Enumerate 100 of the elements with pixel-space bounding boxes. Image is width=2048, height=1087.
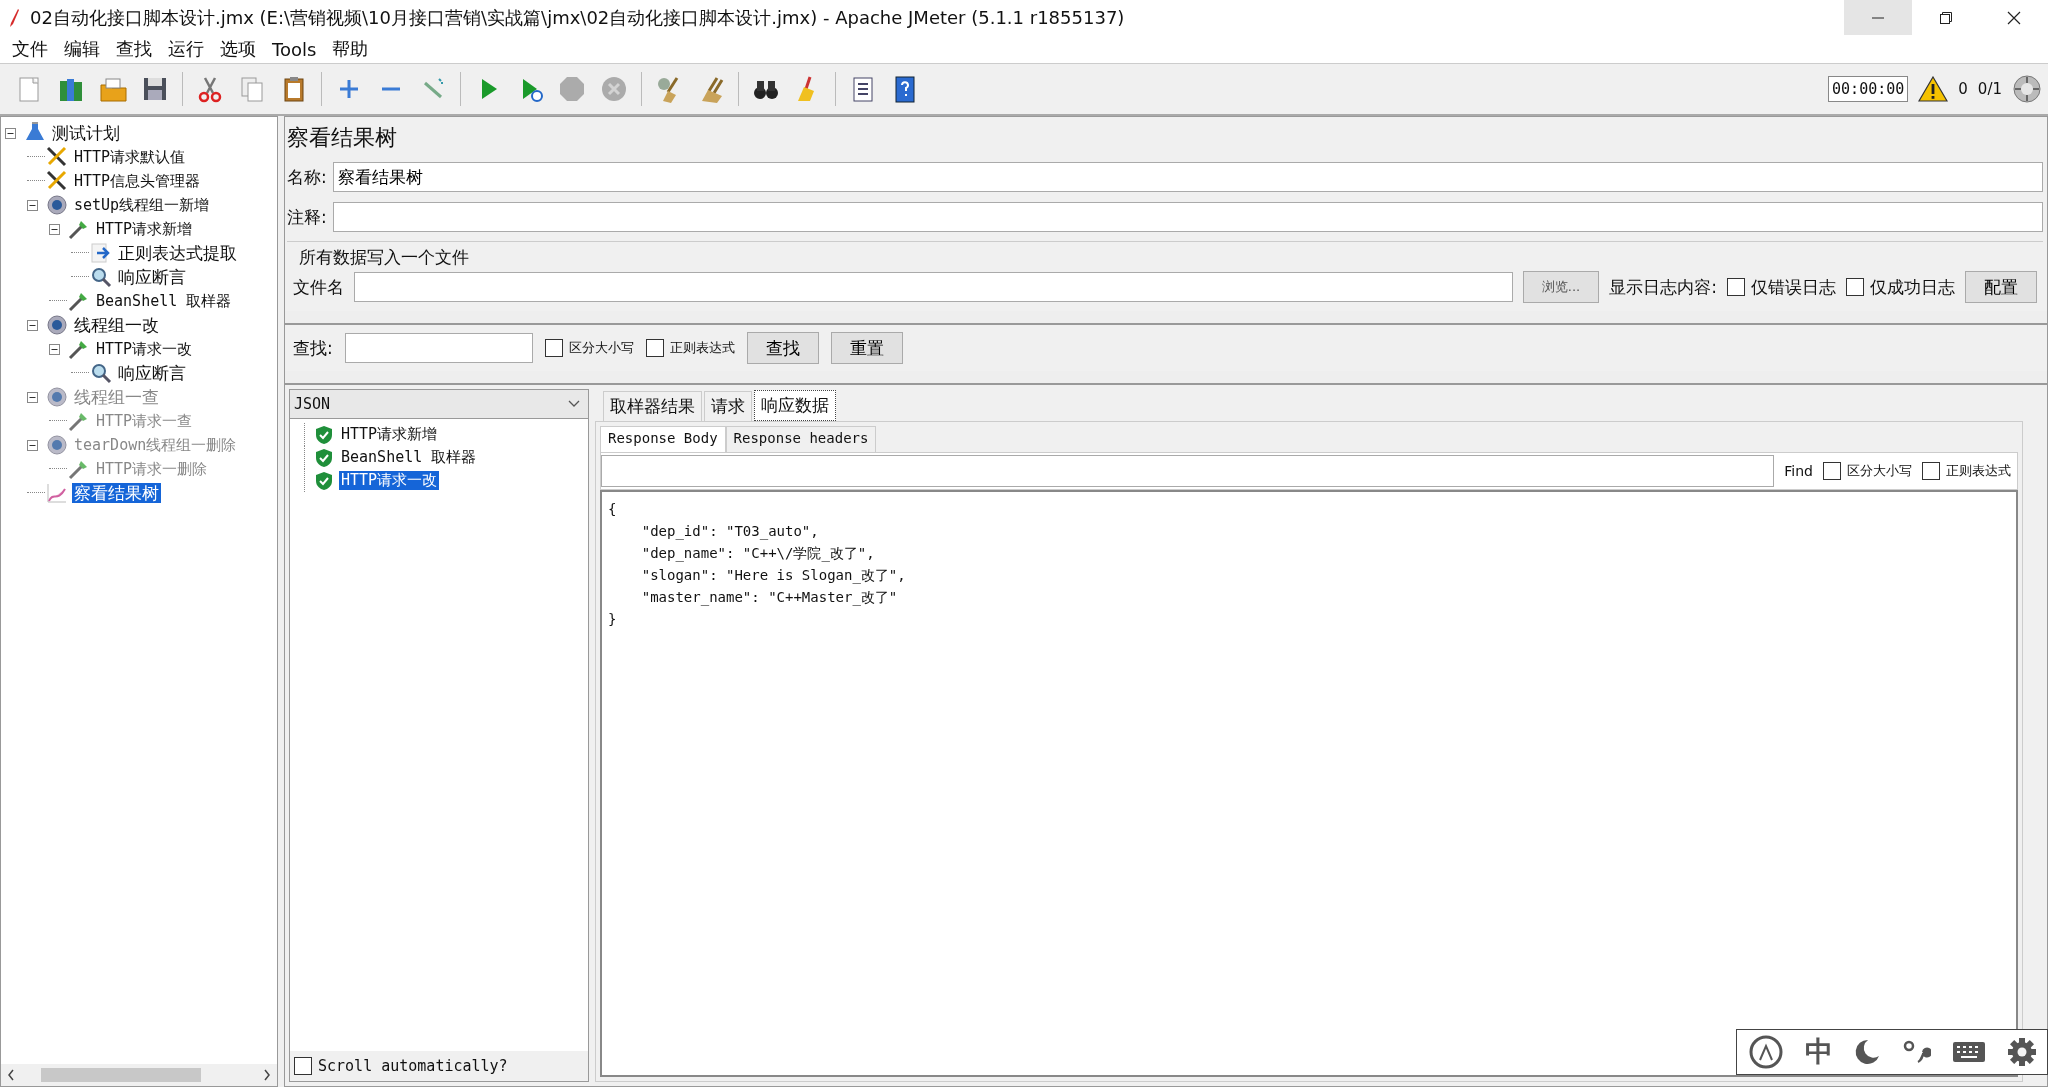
input-mode-toggle[interactable]: 中 <box>1804 1033 1833 1071</box>
tree-item[interactable]: HTTP请求新增 <box>94 219 195 239</box>
tab[interactable]: 响应数据 <box>754 390 836 421</box>
menu-item[interactable]: 选项 <box>212 37 264 61</box>
checkbox[interactable] <box>294 1057 312 1075</box>
error-count: 0 <box>1958 80 1968 98</box>
field-label: Find <box>1784 463 1813 479</box>
collapse-toggle[interactable] <box>49 343 63 355</box>
keyboard-icon[interactable] <box>1951 1040 1986 1064</box>
tree-item[interactable]: BeanShell 取样器 <box>94 291 234 311</box>
checkbox[interactable] <box>1846 278 1864 296</box>
menu-item[interactable]: Tools <box>264 38 325 60</box>
tree-item[interactable]: setUp线程组一新增 <box>72 195 212 215</box>
collapse-toggle[interactable] <box>27 199 41 211</box>
field-label: 名称: <box>287 165 327 189</box>
find-button[interactable]: 查找 <box>746 332 819 364</box>
gear-icon <box>45 385 69 409</box>
checkbox-label: 区分大小写 <box>1847 462 1912 480</box>
warning-icon[interactable] <box>1918 76 1949 102</box>
checkbox-label: 正则表达式 <box>1946 462 2011 480</box>
collapse-toggle[interactable] <box>27 319 41 331</box>
result-item[interactable]: HTTP请求新增 <box>339 425 440 444</box>
tab[interactable]: 请求 <box>704 391 752 421</box>
scrollbar-thumb[interactable] <box>41 1068 201 1082</box>
file-name-field[interactable] <box>354 272 1513 302</box>
status-indicator-icon <box>2012 74 2042 104</box>
thread-count: 0/1 <box>1977 80 2002 98</box>
gear-icon <box>45 313 69 337</box>
field-label: 查找: <box>293 336 333 360</box>
find-field[interactable] <box>601 455 1775 487</box>
tree-item[interactable]: 响应断言 <box>116 363 188 383</box>
checkbox[interactable] <box>645 339 664 357</box>
checkbox-label: 区分大小写 <box>568 339 634 357</box>
reset-button[interactable]: 重置 <box>830 332 903 364</box>
field-label: 文件名 <box>293 275 344 299</box>
checkbox[interactable] <box>1922 462 1940 480</box>
caret-icon <box>568 400 580 408</box>
menu-item[interactable]: 查找 <box>108 37 160 61</box>
checkbox-label: 正则表达式 <box>669 339 735 357</box>
checkbox-label: 仅错误日志 <box>1751 275 1836 299</box>
renderer-dropdown[interactable]: JSON <box>290 390 588 419</box>
restore-icon <box>1939 10 1953 25</box>
collapse-toggle[interactable] <box>5 127 19 139</box>
code-line: "dep_id": "T03_auto", <box>640 522 820 542</box>
app-icon <box>8 7 20 28</box>
checkbox-label: 仅成功日志 <box>1870 275 1955 299</box>
name-field[interactable]: 察看结果树 <box>332 162 2043 192</box>
comment-field[interactable] <box>332 202 2043 232</box>
result-item[interactable]: HTTP请求一改 <box>339 471 440 490</box>
code-line: "dep_name": "C++\/学院_改了", <box>640 544 876 564</box>
menu-item[interactable]: 文件 <box>4 37 56 61</box>
checkbox[interactable] <box>544 339 563 357</box>
check-shield-icon <box>315 424 333 445</box>
close-icon <box>2007 10 2021 25</box>
check-shield-icon <box>315 470 333 491</box>
tree-item[interactable]: HTTP信息头管理器 <box>72 171 203 191</box>
scroll-left-button[interactable] <box>7 1069 15 1081</box>
magnifier-icon <box>89 361 113 385</box>
tree-item[interactable]: 线程组一改 <box>72 315 161 335</box>
settings-icon[interactable] <box>2006 1037 2037 1067</box>
tree-item[interactable]: 察看结果树 <box>72 483 161 503</box>
result-item[interactable]: BeanShell 取样器 <box>339 448 479 467</box>
field-label: 注释: <box>287 205 327 229</box>
code-line: { <box>608 500 618 519</box>
tab[interactable]: 取样器结果 <box>603 391 702 421</box>
browse-button[interactable]: 浏览... <box>1522 271 1600 303</box>
code-line: "slogan": "Here is Slogan_改了", <box>640 566 907 586</box>
moon-icon[interactable] <box>1853 1037 1880 1067</box>
wrench-icon <box>45 169 69 193</box>
tree-item[interactable]: HTTP请求一改 <box>94 339 195 359</box>
checkbox[interactable] <box>1727 278 1745 296</box>
ime-logo-icon[interactable] <box>1747 1034 1784 1070</box>
tree-item[interactable]: 响应断言 <box>116 267 188 287</box>
tab[interactable]: Response Body <box>600 426 726 452</box>
tab[interactable]: Response headers <box>725 426 877 452</box>
menu-item[interactable]: 编辑 <box>56 37 108 61</box>
gear-icon <box>45 433 69 457</box>
code-line: "master_name": "C++Master_改了" <box>640 588 899 608</box>
check-shield-icon <box>315 447 333 468</box>
configure-button[interactable]: 配置 <box>1965 271 2037 303</box>
panel-title: 察看结果树 <box>287 124 398 152</box>
log-label: 显示日志内容: <box>1609 275 1717 299</box>
checkbox-label: Scroll automatically? <box>318 1057 508 1075</box>
tree-item[interactable]: HTTP请求默认值 <box>72 147 188 167</box>
collapse-toggle[interactable] <box>49 223 63 235</box>
wrench-icon <box>45 145 69 169</box>
scroll-right-button[interactable] <box>263 1069 271 1081</box>
menu-item[interactable]: 帮助 <box>324 37 377 61</box>
window-title: 02自动化接口脚本设计.jmx (E:\营销视频\10月接口营销\实战篇\jmx\02自动化接口脚本设计.jmx) - Apache JMeter (5.1.1 r1855137) <box>30 5 1126 30</box>
code-line: } <box>608 610 618 629</box>
search-field[interactable] <box>344 333 533 363</box>
checkbox[interactable] <box>1823 462 1841 480</box>
menu-item[interactable]: 运行 <box>160 37 212 61</box>
tree-item[interactable]: 正则表达式提取 <box>116 243 239 263</box>
minimize-icon <box>1871 16 1885 19</box>
group-title: 所有数据写入一个文件 <box>298 246 470 269</box>
tree-item[interactable]: 测试计划 <box>50 123 122 143</box>
magnifier-icon <box>89 265 113 289</box>
gear-icon <box>45 193 69 217</box>
elapsed-time: 00:00:00 <box>1828 76 1909 102</box>
